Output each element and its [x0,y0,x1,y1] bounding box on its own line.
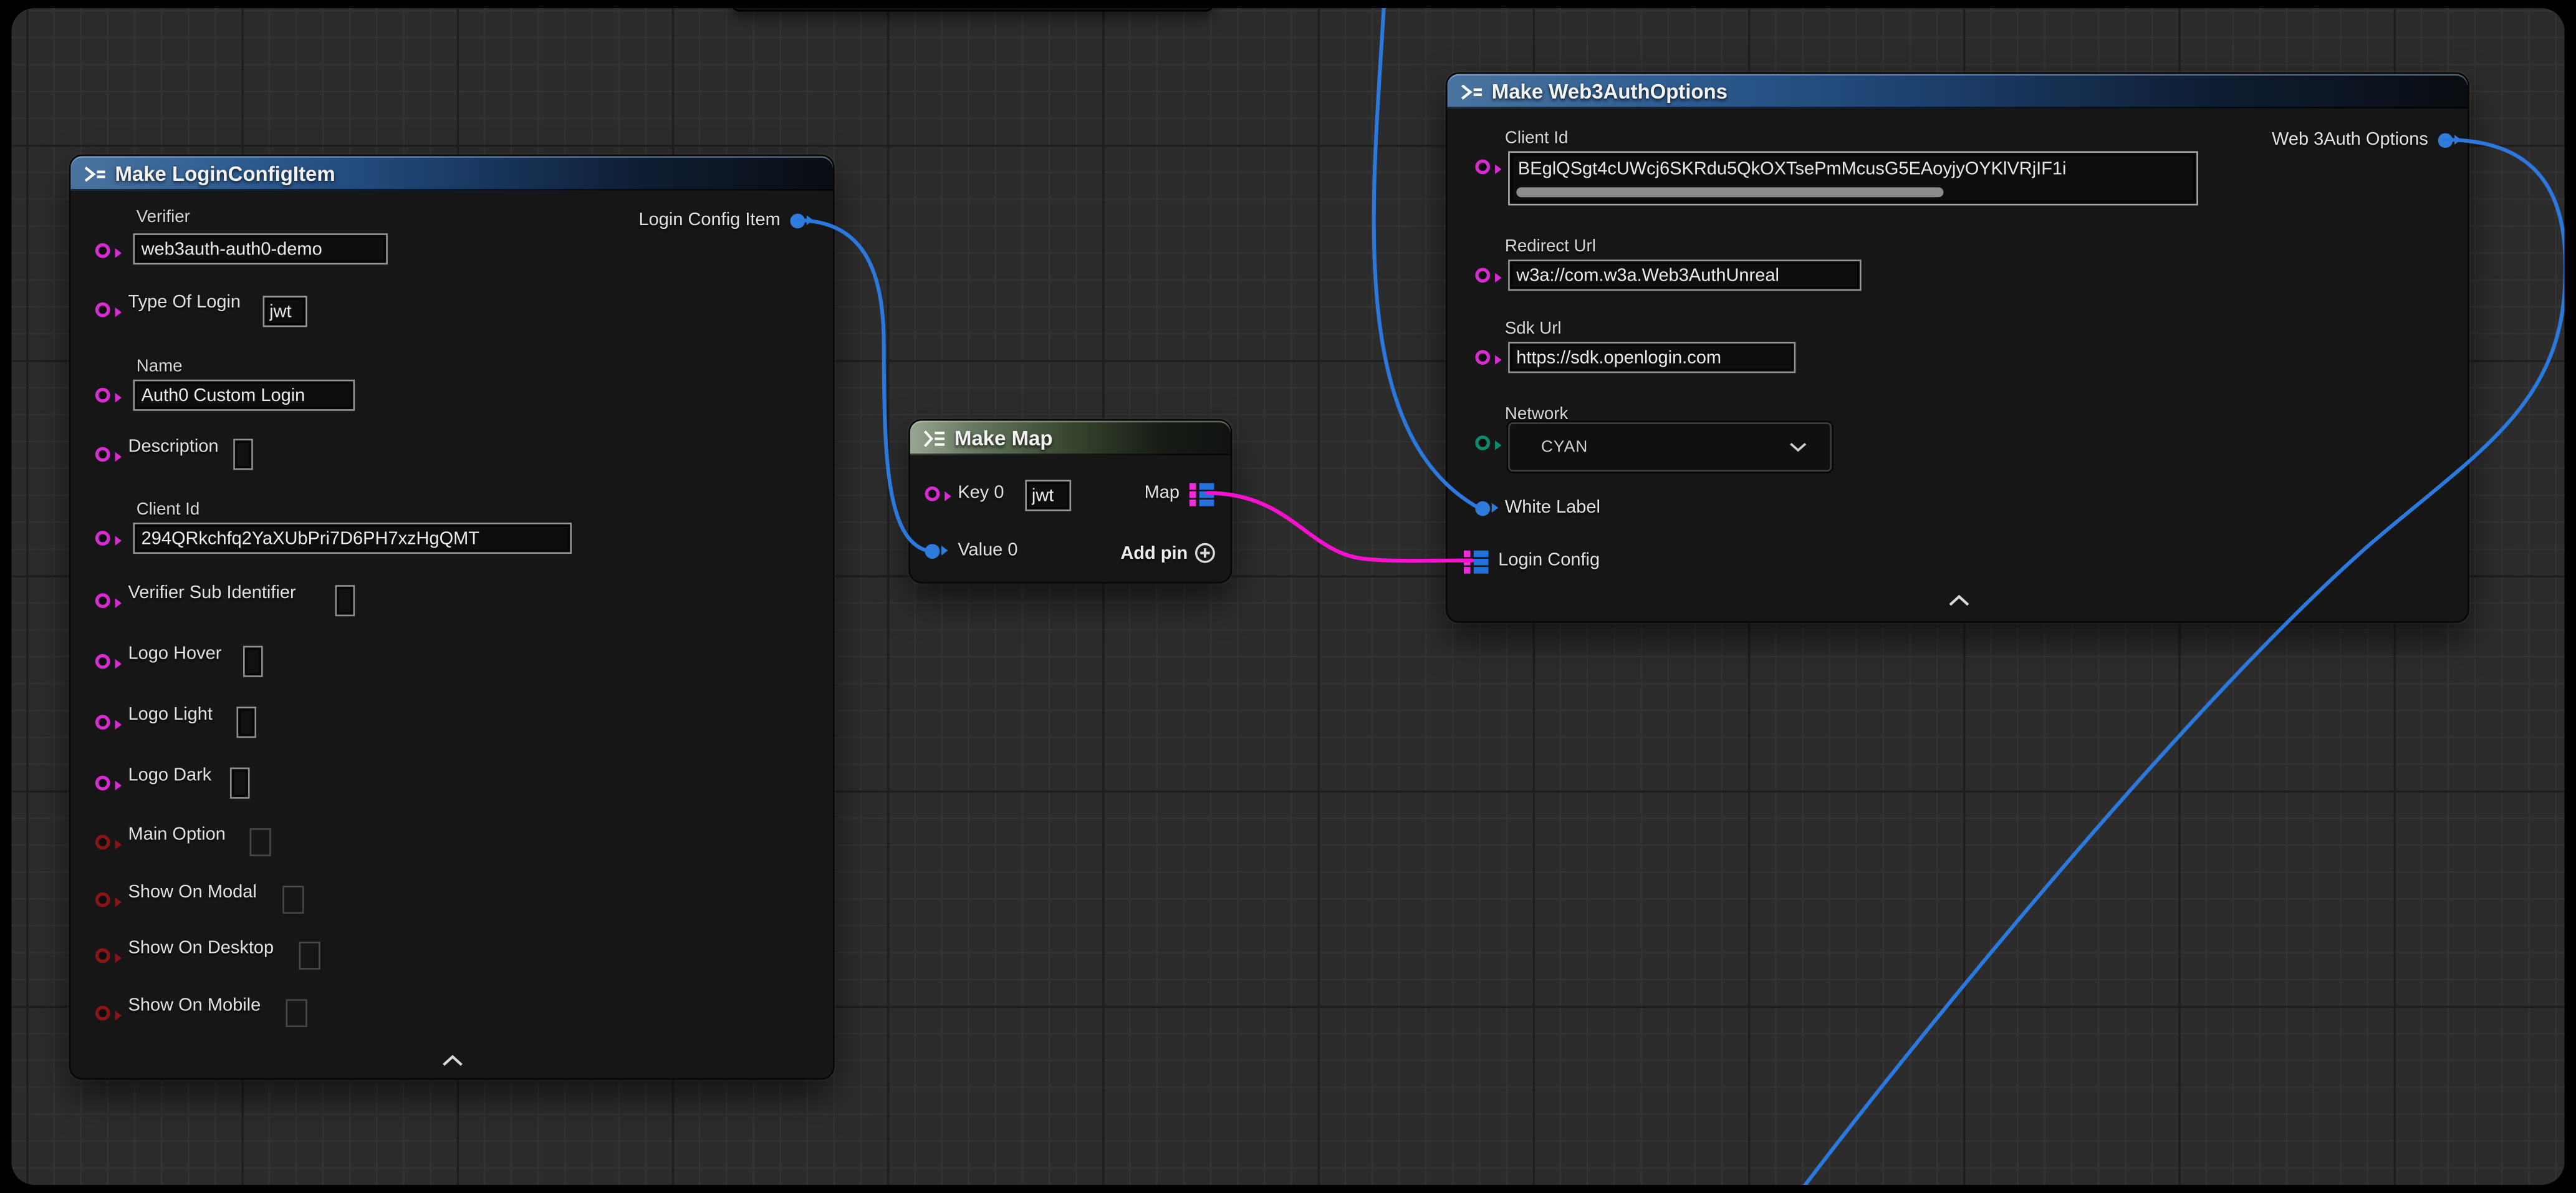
add-pin-plus-icon [1194,543,1216,564]
type-of-login-input[interactable] [263,296,307,327]
label-verifier: Verifier [137,207,190,227]
blueprint-editor: Make LoginConfigItem Login Config Item V… [0,0,2576,1193]
pin-verifier-sub-identifier[interactable] [95,593,110,608]
graph-world: Make LoginConfigItem Login Config Item V… [11,8,2564,1185]
client-id-input[interactable]: BEglQSgt4cUWcj6SKRdu5QkOXTsePmMcusG5EAoy… [1508,151,2198,205]
pin-output-login-config-item[interactable] [791,214,805,229]
client-id-value: BEglQSgt4cUWcj6SKRdu5QkOXTsePmMcusG5EAoy… [1518,160,2067,180]
offscreen-node-edge[interactable] [731,8,1214,11]
show-on-modal-checkbox[interactable] [282,886,304,914]
make-struct-icon [1459,81,1482,101]
add-pin-label: Add pin [1120,543,1188,563]
pin-type-of-login[interactable] [95,302,110,317]
pin-key-0[interactable] [925,486,940,501]
make-struct-icon [82,163,105,183]
pin-sdk-url[interactable] [1475,350,1490,365]
pin-client-id[interactable] [1475,160,1490,175]
label-network: Network [1505,404,1568,424]
pin-logo-hover[interactable] [95,654,110,669]
label-sdk-url: Sdk Url [1505,319,1562,339]
pin-verifier[interactable] [95,243,110,258]
pin-logo-dark[interactable] [95,776,110,791]
node-title: Make Web3AuthOptions [1492,80,1728,103]
pin-login-config[interactable] [1464,551,1489,574]
label-main-option: Main Option [128,825,226,846]
pin-output-map[interactable] [1189,483,1214,506]
label-key-0: Key 0 [958,483,1004,505]
label-login-config: Login Config [1498,551,1600,572]
logo-light-input[interactable] [236,707,256,738]
output-label-web3auth-options: Web 3Auth Options [2272,130,2428,151]
label-value-0: Value 0 [958,541,1017,562]
collapse-chevron-icon[interactable] [1948,595,1969,606]
pin-name[interactable] [95,388,110,403]
make-map-icon [921,428,944,448]
label-logo-hover: Logo Hover [128,644,222,665]
key-0-input[interactable] [1025,480,1071,511]
node-header-make-web3auth-options[interactable]: Make Web3AuthOptions [1448,74,2468,109]
show-on-desktop-checkbox[interactable] [299,942,320,970]
node-title: Make LoginConfigItem [115,162,335,185]
pin-show-on-modal[interactable] [95,892,110,907]
graph-canvas[interactable]: Make LoginConfigItem Login Config Item V… [11,8,2564,1185]
label-verifier-sub-identifier: Verifier Sub Identifier [128,583,296,604]
pin-logo-light[interactable] [95,715,110,730]
logo-dark-input[interactable] [230,768,250,799]
label-name: Name [137,357,183,377]
logo-hover-input[interactable] [243,646,263,677]
verifier-sub-identifier-input[interactable] [335,585,355,616]
pin-show-on-desktop[interactable] [95,949,110,964]
show-on-mobile-checkbox[interactable] [286,999,307,1027]
pin-redirect-url[interactable] [1475,268,1490,283]
label-white-label: White Label [1505,498,1600,519]
output-label-login-config-item: Login Config Item [639,210,781,231]
node-make-map[interactable]: Make Map Key 0 Map Value 0 Add pin [908,419,1232,584]
label-show-on-desktop: Show On Desktop [128,939,274,960]
label-show-on-modal: Show On Modal [128,882,257,904]
pin-value-0[interactable] [925,544,940,559]
label-logo-dark: Logo Dark [128,766,212,787]
node-header-make-map[interactable]: Make Map [910,421,1231,455]
label-client-id: Client Id [1505,128,1569,148]
network-selected-value: CYAN [1510,438,1588,456]
client-id-input[interactable] [133,523,572,554]
wire-map-to-login-config [1208,493,1472,561]
pin-white-label[interactable] [1475,501,1490,516]
pin-main-option[interactable] [95,835,110,850]
node-make-web3auth-options[interactable]: Make Web3AuthOptions Client Id BEglQSgt4… [1446,72,2469,623]
pin-output-web3auth-options[interactable] [2438,133,2453,148]
redirect-url-input[interactable] [1508,259,1862,291]
output-label-map: Map [1145,483,1180,505]
label-show-on-mobile: Show On Mobile [128,996,261,1017]
network-dropdown[interactable]: CYAN [1508,422,1832,471]
name-input[interactable] [133,380,355,411]
pin-description[interactable] [95,447,110,462]
pin-show-on-mobile[interactable] [95,1006,110,1021]
main-option-checkbox[interactable] [250,828,271,856]
node-header-make-login-config-item[interactable]: Make LoginConfigItem [70,156,833,190]
label-logo-light: Logo Light [128,705,213,727]
label-description: Description [128,437,219,458]
pin-network[interactable] [1475,435,1490,450]
node-title: Make Map [954,427,1052,450]
verifier-input[interactable] [133,233,387,264]
add-pin-button[interactable]: Add pin [1120,543,1216,564]
description-input[interactable] [233,439,253,470]
label-type-of-login: Type Of Login [128,292,241,314]
node-make-login-config-item[interactable]: Make LoginConfigItem Login Config Item V… [69,155,835,1080]
chevron-down-icon [1789,442,1807,452]
label-redirect-url: Redirect Url [1505,236,1596,256]
pin-client-id[interactable] [95,531,110,546]
label-client-id: Client Id [137,500,200,519]
client-id-scrollbar[interactable] [1516,187,1943,197]
collapse-chevron-icon[interactable] [442,1055,463,1066]
sdk-url-input[interactable] [1508,342,1795,373]
